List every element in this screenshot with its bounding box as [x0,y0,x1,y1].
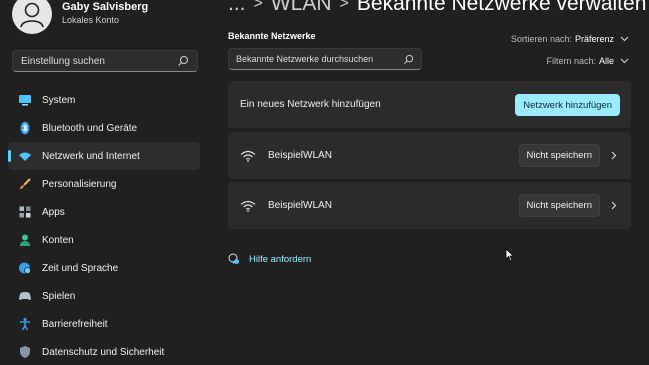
sidebar-item-label: Netzwerk und Internet [42,150,140,162]
sidebar-item-label: Datenschutz und Sicherheit [42,346,165,358]
sidebar-item-label: Spielen [42,290,76,302]
search-icon [178,55,189,66]
sidebar-nav: System Bluetooth und Geräte Netzwerk und… [8,86,200,365]
sidebar-item-system[interactable]: System [8,86,200,114]
sidebar-item-label: Barrierefreiheit [42,318,108,330]
sidebar-item-personalization[interactable]: Personalisierung [8,170,200,198]
sidebar-item-privacy[interactable]: Datenschutz und Sicherheit [8,338,200,365]
forget-network-button[interactable]: Nicht speichern [518,194,600,217]
chevron-right-icon[interactable] [611,201,617,210]
breadcrumb-wlan[interactable]: WLAN [271,0,332,16]
sidebar-item-label: System [42,94,76,106]
sort-dropdown[interactable]: Sortieren nach: Präferenz [511,34,629,44]
brush-icon [20,178,31,189]
help-link[interactable]: Hilfe anfordern [228,253,311,265]
person-icon [20,234,30,246]
section-label: Bekannte Netzwerke [228,31,316,41]
apps-icon [19,206,31,218]
filter-value: Alle [598,56,614,66]
sort-value: Präferenz [574,34,614,44]
sidebar-item-bluetooth[interactable]: Bluetooth und Geräte [8,114,200,142]
sidebar-item-network[interactable]: Netzwerk und Internet [8,142,200,170]
settings-search-input[interactable]: Einstellung suchen [12,50,198,72]
sidebar-item-label: Konten [42,234,74,246]
chevron-down-icon [620,36,629,42]
search-icon [404,54,414,64]
sidebar-item-time-language[interactable]: Zeit und Sprache [8,254,200,282]
add-network-button[interactable]: Netzwerk hinzufügen [515,94,620,116]
chevron-down-icon [620,58,629,64]
sidebar-item-label: Zeit und Sprache [42,262,119,274]
gamepad-icon [19,292,31,300]
help-icon [228,253,239,264]
globe-clock-icon [19,262,31,274]
breadcrumb-separator: > [253,0,263,12]
sidebar-item-accessibility[interactable]: Barrierefreiheit [8,310,200,338]
add-network-text: Ein neues Netzwerk hinzufügen [240,99,381,110]
breadcrumb-overflow[interactable]: ... [228,0,246,16]
profile-name: Gaby Salvisberg [62,1,149,13]
sidebar-item-label: Apps [42,206,65,218]
filter-dropdown[interactable]: Filtern nach: Alle [546,56,629,66]
settings-search-placeholder: Einstellung suchen [21,55,105,67]
wifi-icon [240,150,256,162]
sidebar-item-label: Personalisierung [42,178,117,190]
wifi-network-icon [19,152,31,161]
monitor-icon [19,95,31,106]
bluetooth-icon [20,121,30,135]
breadcrumb-separator: > [339,0,349,12]
filter-label: Filtern nach: [546,56,596,66]
sidebar-item-gaming[interactable]: Spielen [8,282,200,310]
forget-network-button[interactable]: Nicht speichern [518,144,600,167]
network-row[interactable]: BeispielWLAN Nicht speichern [228,132,631,179]
network-name: BeispielWLAN [268,150,332,161]
accessibility-icon [20,317,30,331]
network-name: BeispielWLAN [268,200,332,211]
sidebar-item-label: Bluetooth und Geräte [42,122,138,134]
sort-label: Sortieren nach: [510,34,572,44]
wifi-icon [240,200,256,212]
chevron-right-icon[interactable] [611,151,617,160]
sidebar-item-apps[interactable]: Apps [8,198,200,226]
page-title: Bekannte Netzwerke verwalten [356,0,647,15]
avatar [12,0,52,34]
account-type: Lokales Konto [62,15,120,25]
network-search-placeholder: Bekannte Netzwerke durchsuchen [236,54,374,64]
shield-icon [20,346,30,358]
help-link-label: Hilfe anfordern [249,253,312,265]
user-profile[interactable]: Gaby Salvisberg Lokales Konto [12,0,148,40]
network-search-input[interactable]: Bekannte Netzwerke durchsuchen [228,48,422,70]
mouse-cursor-icon [505,248,515,262]
breadcrumb: ... > WLAN > Bekannte Netzwerke verwalte… [228,0,646,16]
sidebar: Gaby Salvisberg Lokales Konto Einstellun… [0,0,210,365]
add-network-card: Ein neues Netzwerk hinzufügen Netzwerk h… [228,81,631,128]
network-row[interactable]: BeispielWLAN Nicht speichern [228,182,631,229]
sidebar-item-accounts[interactable]: Konten [8,226,200,254]
